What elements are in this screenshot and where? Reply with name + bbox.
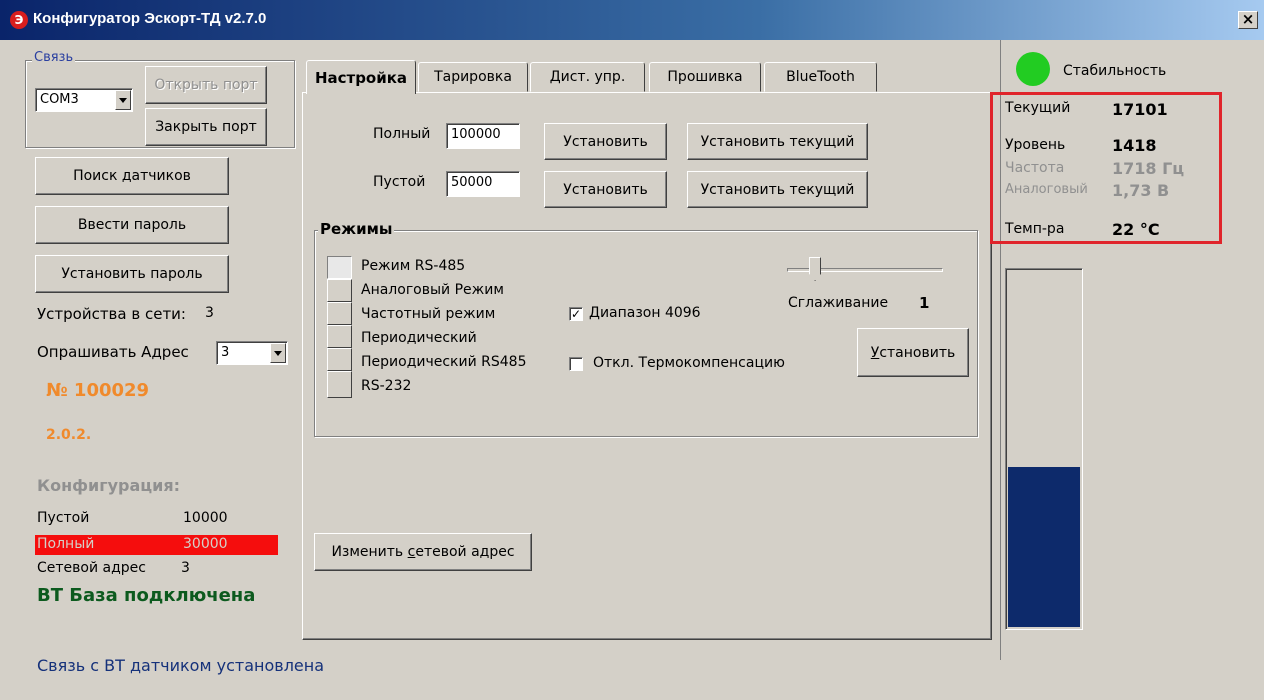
set-full-button[interactable]: Установить [544, 123, 667, 160]
mode-label: Периодический RS485 [361, 354, 527, 370]
close-port-button[interactable]: Закрыть порт [145, 108, 267, 146]
config-title: Конфигурация: [37, 476, 180, 495]
devices-in-network-label: Устройства в сети: [37, 305, 186, 323]
config-address-value: 3 [181, 560, 190, 576]
change-address-label-underline: с [407, 544, 416, 560]
mode-periodic-button[interactable] [327, 325, 352, 348]
config-full-value: 30000 [183, 536, 228, 552]
level-bar-fill [1008, 467, 1080, 627]
enter-password-button[interactable]: Ввести пароль [35, 206, 229, 244]
temperature-value: 22 °C [1112, 220, 1160, 239]
tab-remote-control[interactable]: Дист. упр. [530, 62, 645, 92]
mode-rs232-button[interactable] [327, 371, 352, 398]
close-window-button[interactable]: × [1238, 11, 1258, 29]
level-bar [1005, 268, 1083, 630]
range-4096-checkbox[interactable]: ✓ [569, 307, 583, 321]
change-network-address-button[interactable]: Изменить с етевой адрес [314, 533, 532, 571]
mode-analog-button[interactable] [327, 279, 352, 302]
thermo-compensation-checkbox[interactable] [569, 357, 583, 371]
current-value: 17101 [1112, 100, 1168, 119]
firmware-version: 2.0.2. [46, 427, 92, 443]
devices-in-network-count: 3 [205, 305, 214, 321]
current-label: Текущий [1005, 100, 1071, 116]
level-value: 1418 [1112, 136, 1157, 155]
apply-modes-button[interactable]: Установить [857, 328, 969, 377]
mode-label: RS-232 [361, 378, 412, 394]
config-empty-label: Пустой [37, 510, 90, 526]
stability-label: Стабильность [1063, 63, 1167, 79]
mode-label: Частотный режим [361, 306, 496, 322]
mode-rs485-button[interactable] [327, 256, 352, 279]
mode-frequency-button[interactable] [327, 302, 352, 325]
mode-label: Режим RS-485 [361, 258, 466, 274]
config-empty-value: 10000 [183, 510, 228, 526]
chevron-down-icon[interactable] [115, 90, 131, 110]
range-4096-label: Диапазон 4096 [589, 305, 701, 321]
config-full-label: Полный [37, 536, 95, 552]
app-logo-icon: Э [10, 11, 28, 29]
apply-modes-label-underline: У [870, 344, 880, 361]
chevron-down-icon[interactable] [270, 343, 286, 363]
serial-number: № 100029 [46, 380, 150, 401]
bt-base-status: ВТ База подключена [37, 585, 256, 606]
port-select-value: COM3 [40, 92, 79, 107]
title-bar: Э Конфигуратор Эскорт-ТД v2.7.0 × [0, 0, 1264, 40]
temperature-label: Темп-ра [1005, 221, 1065, 237]
smoothing-value: 1 [919, 294, 930, 312]
search-sensors-button[interactable]: Поиск датчиков [35, 157, 229, 195]
smoothing-label: Сглаживание [788, 295, 889, 311]
analog-value: 1,73 В [1112, 181, 1170, 200]
analog-label: Аналоговый [1005, 182, 1088, 197]
thermo-compensation-label: Откл. Термокомпенсацию [593, 355, 785, 371]
poll-address-value: 3 [221, 345, 230, 360]
connection-group-label: Связь [32, 50, 76, 65]
poll-address-select[interactable]: 3 [216, 341, 288, 365]
status-bar-text: Связь с ВТ датчиком установлена [37, 656, 325, 675]
port-select[interactable]: COM3 [35, 88, 133, 112]
modes-group-label: Режимы [318, 220, 395, 238]
empty-value-input[interactable]: 50000 [446, 171, 520, 197]
mode-periodic-rs485-button[interactable] [327, 348, 352, 371]
window-title: Конфигуратор Эскорт-ТД v2.7.0 [33, 10, 267, 27]
set-current-full-button[interactable]: Установить текущий [687, 123, 868, 160]
frequency-value: 1718 Гц [1112, 159, 1185, 178]
mode-label: Периодический [361, 330, 477, 346]
change-address-label-pre: Изменить [331, 544, 408, 560]
full-value-input[interactable]: 100000 [446, 123, 520, 149]
level-label: Уровень [1005, 137, 1066, 153]
tab-calibration[interactable]: Тарировка [418, 62, 528, 92]
set-password-button[interactable]: Установить пароль [35, 255, 229, 293]
frequency-label: Частота [1005, 160, 1065, 176]
stability-indicator-icon [1016, 52, 1050, 86]
open-port-button[interactable]: Открыть порт [145, 66, 267, 104]
set-current-empty-button[interactable]: Установить текущий [687, 171, 868, 208]
apply-modes-label-rest: становить [879, 344, 956, 361]
full-label: Полный [373, 126, 431, 142]
change-address-label-post: етевой адрес [415, 544, 515, 560]
poll-address-label: Опрашивать Адрес [37, 343, 189, 361]
empty-label: Пустой [373, 174, 426, 190]
config-address-label: Сетевой адрес [37, 560, 146, 576]
tab-settings[interactable]: Настройка [306, 60, 416, 94]
tab-firmware[interactable]: Прошивка [649, 62, 761, 92]
set-empty-button[interactable]: Установить [544, 171, 667, 208]
tab-bluetooth[interactable]: BlueTooth [764, 62, 877, 92]
mode-label: Аналоговый Режим [361, 282, 504, 298]
